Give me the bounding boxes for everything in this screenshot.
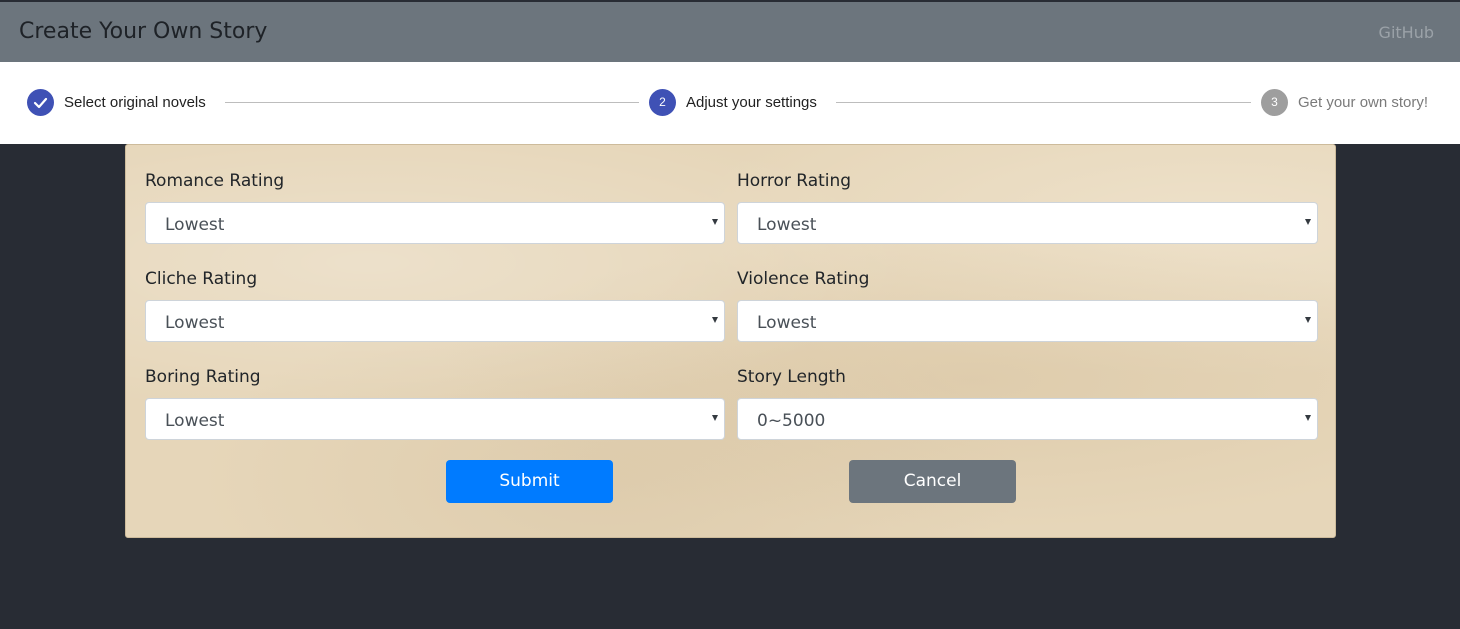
boring-rating-label: Boring Rating (145, 367, 261, 387)
step-connector-1 (225, 102, 639, 103)
chevron-down-icon (712, 415, 718, 421)
chevron-down-icon (712, 317, 718, 323)
horror-rating-select[interactable]: Lowest (737, 202, 1318, 244)
step-1-label: Select original novels (64, 94, 206, 111)
violence-rating-label: Violence Rating (737, 269, 870, 289)
step-1-check-icon (27, 89, 54, 116)
app-title[interactable]: Create Your Own Story (19, 19, 267, 44)
cancel-button[interactable]: Cancel (849, 460, 1016, 503)
violence-rating-select[interactable]: Lowest (737, 300, 1318, 342)
step-2-label: Adjust your settings (686, 94, 817, 111)
chevron-down-icon (1305, 415, 1311, 421)
step-connector-2 (836, 102, 1251, 103)
story-length-value: 0~5000 (757, 411, 826, 431)
horror-rating-value: Lowest (757, 215, 817, 235)
cliche-rating-select[interactable]: Lowest (145, 300, 725, 342)
step-2-circle: 2 (649, 89, 676, 116)
story-length-label: Story Length (737, 367, 846, 387)
check-icon (33, 97, 48, 109)
romance-rating-value: Lowest (165, 215, 225, 235)
chevron-down-icon (1305, 317, 1311, 323)
stepper: Select original novels 2 Adjust your set… (0, 62, 1460, 144)
top-navbar: Create Your Own Story GitHub (0, 2, 1460, 62)
violence-rating-value: Lowest (757, 313, 817, 333)
boring-rating-select[interactable]: Lowest (145, 398, 725, 440)
boring-rating-value: Lowest (165, 411, 225, 431)
cliche-rating-label: Cliche Rating (145, 269, 258, 289)
github-link[interactable]: GitHub (1379, 23, 1434, 42)
cliche-rating-value: Lowest (165, 313, 225, 333)
settings-form-panel: Romance Rating Lowest Horror Rating Lowe… (125, 144, 1336, 538)
submit-button[interactable]: Submit (446, 460, 613, 503)
chevron-down-icon (1305, 219, 1311, 225)
step-3-label: Get your own story! (1298, 94, 1429, 111)
story-length-select[interactable]: 0~5000 (737, 398, 1318, 440)
romance-rating-label: Romance Rating (145, 171, 285, 191)
step-3-circle: 3 (1261, 89, 1288, 116)
romance-rating-select[interactable]: Lowest (145, 202, 725, 244)
chevron-down-icon (712, 219, 718, 225)
horror-rating-label: Horror Rating (737, 171, 852, 191)
